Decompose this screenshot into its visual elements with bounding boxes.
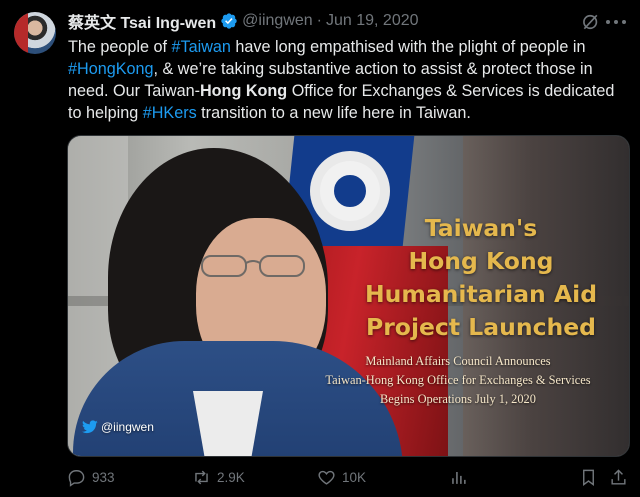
like-count: 10K — [342, 470, 367, 485]
overlay-subtitle: Mainland Affairs Council Announces Taiwa… — [325, 354, 591, 406]
author-handle[interactable]: @iingwen — [242, 12, 313, 30]
separator-dot: · — [316, 12, 322, 29]
tweet-text: The people of #Taiwan have long empathis… — [68, 36, 634, 124]
like-button[interactable]: 10K — [317, 468, 366, 487]
avatar[interactable] — [14, 12, 56, 54]
hashtag-link[interactable]: #Taiwan — [172, 38, 231, 56]
text-segment: The people of — [68, 38, 172, 56]
verified-badge-icon — [221, 13, 237, 29]
hashtag-link[interactable]: #HongKong — [68, 60, 154, 78]
text-segment: to helping — [68, 104, 143, 122]
text-segment: have long empathised with the plight of … — [230, 38, 586, 56]
tweet-text-line: The people of #Taiwan have long empathis… — [68, 36, 634, 58]
bold-text: Hong Kong — [199, 82, 288, 100]
retweet-count: 2.9K — [217, 470, 245, 485]
tweet-header: 蔡英文 Tsai Ing-wen @iingwen · Jun 19, 2020 — [68, 9, 419, 33]
retweet-button[interactable]: 2.9K — [192, 468, 245, 487]
more-options-icon[interactable] — [606, 20, 626, 26]
retweet-icon — [195, 470, 208, 485]
tweet-text-line: need. Our Taiwan-Hong Kong Office for Ex… — [68, 80, 634, 102]
text-segment: need. Our Taiwan- — [68, 82, 200, 100]
bird-icon — [82, 420, 98, 434]
tweet-text-line: #HongKong, & we’re taking substantive ac… — [68, 58, 634, 80]
text-segment: Office for Exchanges & Services is dedic… — [287, 82, 615, 100]
reply-count: 933 — [92, 470, 115, 485]
watermark: @iingwen — [82, 420, 154, 434]
tweet-date[interactable]: Jun 19, 2020 — [326, 12, 419, 30]
share-icon — [611, 469, 626, 485]
reply-button[interactable]: 933 — [67, 468, 115, 487]
bookmark-button[interactable] — [579, 468, 604, 487]
share-button[interactable] — [609, 468, 634, 487]
tweet-media-image[interactable]: Taiwan's Hong Kong Humanitarian Aid Proj… — [67, 135, 630, 457]
overlay-title: Taiwan's Hong Kong Humanitarian Aid Proj… — [364, 214, 598, 341]
text-segment: , & we’re taking substantive action to a… — [153, 60, 593, 78]
hashtag-link[interactable]: #HKers — [143, 104, 197, 122]
grok-icon[interactable] — [581, 12, 601, 32]
glasses-icon — [201, 255, 305, 277]
heart-icon — [318, 470, 335, 485]
views-button[interactable] — [449, 468, 474, 487]
text-segment: transition to a new life here in Taiwan. — [196, 104, 471, 122]
tweet-text-line: to helping #HKers transition to a new li… — [68, 102, 634, 124]
reply-icon — [68, 470, 85, 487]
tweet-actions: 933 2.9K 10K — [67, 468, 630, 492]
author-name[interactable]: 蔡英文 Tsai Ing-wen — [68, 9, 216, 33]
bookmark-icon — [583, 469, 594, 487]
views-icon — [452, 471, 466, 484]
